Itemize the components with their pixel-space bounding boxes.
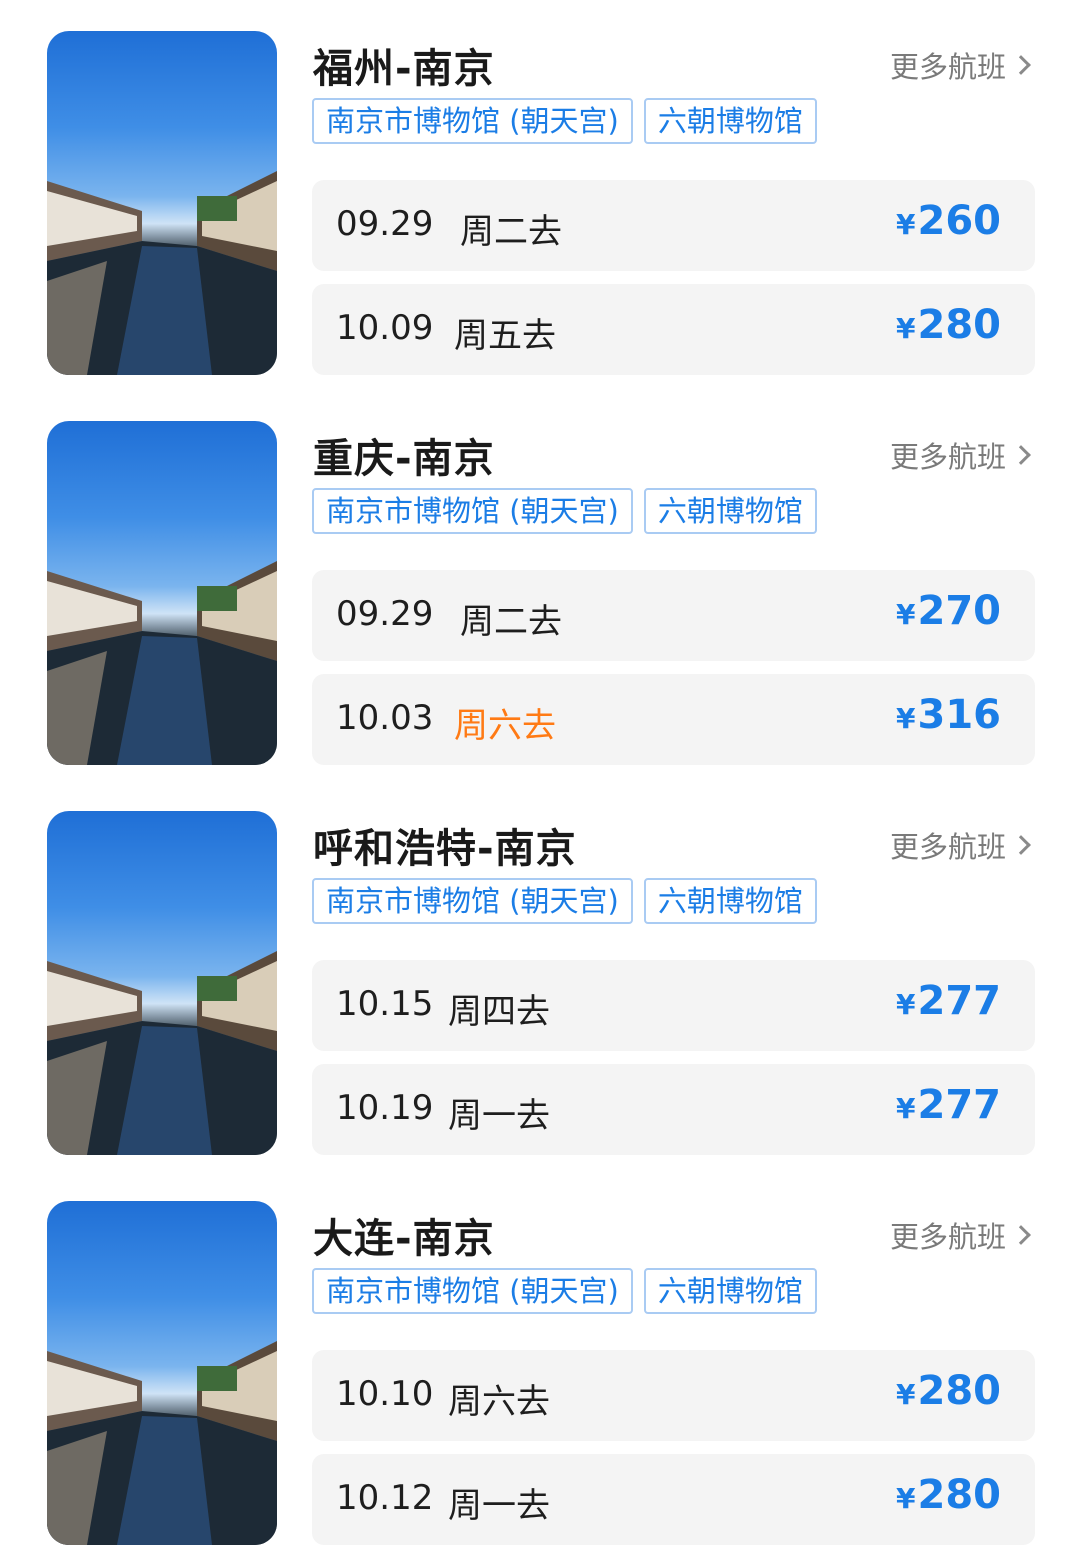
- flight-price: ¥ 277: [896, 1082, 1001, 1128]
- flight-date: 10.12: [336, 1478, 434, 1518]
- attraction-tags: 南京市博物馆 (朝天宫) 六朝博物馆: [312, 878, 817, 924]
- currency-symbol: ¥: [896, 1482, 916, 1515]
- price-amount: 280: [917, 302, 1002, 348]
- more-flights-label: 更多航班: [889, 1220, 1006, 1254]
- flight-row[interactable]: 10.10 周六去 ¥ 280: [312, 1350, 1035, 1441]
- attraction-tag[interactable]: 南京市博物馆 (朝天宫): [312, 1268, 633, 1314]
- flight-price: ¥ 277: [896, 978, 1001, 1024]
- chevron-right-icon: [1011, 1225, 1031, 1245]
- attraction-tag[interactable]: 南京市博物馆 (朝天宫): [312, 878, 633, 924]
- route-title: 呼和浩特-南京: [313, 826, 577, 872]
- flight-row[interactable]: 10.09 周五去 ¥ 280: [312, 284, 1035, 375]
- currency-symbol: ¥: [896, 312, 916, 345]
- flight-date: 10.03: [336, 698, 434, 738]
- flight-date: 10.10: [336, 1374, 434, 1414]
- currency-symbol: ¥: [896, 702, 916, 735]
- chevron-right-icon: [1011, 55, 1031, 75]
- price-amount: 316: [917, 692, 1002, 738]
- currency-symbol: ¥: [896, 598, 916, 631]
- flight-price: ¥ 270: [896, 588, 1001, 634]
- chevron-right-icon: [1011, 445, 1031, 465]
- flight-weekday: 周五去: [454, 316, 556, 356]
- currency-symbol: ¥: [896, 1092, 916, 1125]
- canal-town-photo-icon: [47, 1341, 277, 1545]
- price-amount: 260: [917, 198, 1002, 244]
- canal-town-photo-icon: [47, 171, 277, 375]
- price-amount: 280: [917, 1472, 1002, 1518]
- flight-date: 10.19: [336, 1088, 434, 1128]
- route-title: 重庆-南京: [313, 436, 495, 482]
- route-card[interactable]: 福州-南京 更多航班 南京市博物馆 (朝天宫) 六朝博物馆 09.29 周二去 …: [0, 0, 1080, 375]
- flight-date: 10.09: [336, 308, 434, 348]
- attraction-tag[interactable]: 南京市博物馆 (朝天宫): [312, 488, 633, 534]
- flight-weekday: 周一去: [448, 1096, 550, 1136]
- destination-photo[interactable]: [47, 421, 277, 765]
- more-flights-link[interactable]: 更多航班: [889, 824, 1031, 866]
- chevron-right-icon: [1011, 835, 1031, 855]
- flight-price: ¥ 316: [896, 692, 1001, 738]
- currency-symbol: ¥: [896, 1378, 916, 1411]
- price-amount: 270: [917, 588, 1002, 634]
- price-amount: 277: [917, 978, 1002, 1024]
- more-flights-label: 更多航班: [889, 50, 1006, 84]
- flight-weekday: 周六去: [448, 1382, 550, 1422]
- destination-photo[interactable]: [47, 811, 277, 1155]
- flight-date: 09.29: [336, 594, 434, 634]
- route-card[interactable]: 重庆-南京 更多航班 南京市博物馆 (朝天宫) 六朝博物馆 09.29 周二去 …: [0, 390, 1080, 765]
- currency-symbol: ¥: [896, 988, 916, 1021]
- more-flights-label: 更多航班: [889, 830, 1006, 864]
- route-card[interactable]: 呼和浩特-南京 更多航班 南京市博物馆 (朝天宫) 六朝博物馆 10.15 周四…: [0, 780, 1080, 1155]
- canal-town-photo-icon: [47, 561, 277, 765]
- attraction-tag[interactable]: 六朝博物馆: [643, 98, 817, 144]
- flight-weekday: 周一去: [448, 1486, 550, 1526]
- flight-row[interactable]: 10.19 周一去 ¥ 277: [312, 1064, 1035, 1155]
- attraction-tags: 南京市博物馆 (朝天宫) 六朝博物馆: [312, 1268, 817, 1314]
- attraction-tags: 南京市博物馆 (朝天宫) 六朝博物馆: [312, 488, 817, 534]
- flight-weekday: 周二去: [460, 602, 562, 642]
- flight-price: ¥ 280: [896, 1368, 1001, 1414]
- price-amount: 280: [917, 1368, 1002, 1414]
- more-flights-link[interactable]: 更多航班: [889, 44, 1031, 86]
- attraction-tag[interactable]: 南京市博物馆 (朝天宫): [312, 98, 633, 144]
- canal-town-photo-icon: [47, 951, 277, 1155]
- route-title: 福州-南京: [313, 46, 495, 92]
- flight-price: ¥ 260: [896, 198, 1001, 244]
- more-flights-link[interactable]: 更多航班: [889, 1214, 1031, 1256]
- more-flights-link[interactable]: 更多航班: [889, 434, 1031, 476]
- flight-weekday: 周六去: [454, 706, 556, 746]
- attraction-tag[interactable]: 六朝博物馆: [643, 488, 817, 534]
- price-amount: 277: [917, 1082, 1002, 1128]
- attraction-tags: 南京市博物馆 (朝天宫) 六朝博物馆: [312, 98, 817, 144]
- route-card[interactable]: 大连-南京 更多航班 南京市博物馆 (朝天宫) 六朝博物馆 10.10 周六去 …: [0, 1170, 1080, 1545]
- attraction-tag[interactable]: 六朝博物馆: [643, 878, 817, 924]
- flight-date: 09.29: [336, 204, 434, 244]
- flight-row[interactable]: 09.29 周二去 ¥ 260: [312, 180, 1035, 271]
- destination-photo[interactable]: [47, 1201, 277, 1545]
- currency-symbol: ¥: [896, 208, 916, 241]
- flight-weekday: 周二去: [460, 212, 562, 252]
- attraction-tag[interactable]: 六朝博物馆: [643, 1268, 817, 1314]
- flight-weekday: 周四去: [448, 992, 550, 1032]
- route-card-list: 福州-南京 更多航班 南京市博物馆 (朝天宫) 六朝博物馆 09.29 周二去 …: [0, 0, 1080, 1561]
- more-flights-label: 更多航班: [889, 440, 1006, 474]
- flight-row[interactable]: 10.12 周一去 ¥ 280: [312, 1454, 1035, 1545]
- flight-row[interactable]: 10.15 周四去 ¥ 277: [312, 960, 1035, 1051]
- flight-price: ¥ 280: [896, 1472, 1001, 1518]
- flight-date: 10.15: [336, 984, 434, 1024]
- route-title: 大连-南京: [313, 1216, 495, 1262]
- flight-price: ¥ 280: [896, 302, 1001, 348]
- flight-row[interactable]: 09.29 周二去 ¥ 270: [312, 570, 1035, 661]
- flight-row[interactable]: 10.03 周六去 ¥ 316: [312, 674, 1035, 765]
- destination-photo[interactable]: [47, 31, 277, 375]
